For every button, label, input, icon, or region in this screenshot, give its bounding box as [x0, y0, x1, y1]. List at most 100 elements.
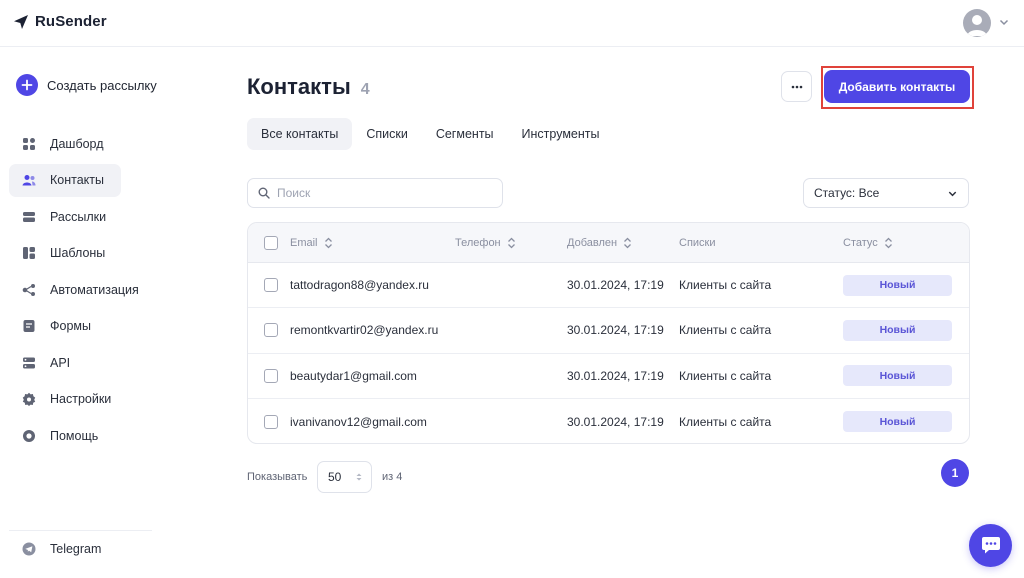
forms-icon	[22, 319, 36, 333]
sort-icon	[324, 237, 332, 249]
table-row[interactable]: ivanivanov12@gmail.com 30.01.2024, 17:19…	[248, 399, 969, 443]
telegram-label: Telegram	[50, 542, 102, 556]
status-filter-select[interactable]: Статус: Все	[803, 178, 969, 208]
contacts-icon	[22, 173, 36, 187]
row-checkbox-cell	[264, 263, 278, 307]
paper-plane-icon	[14, 14, 28, 29]
sidebar-item-label: Шаблоны	[50, 246, 106, 260]
table-row[interactable]: tattodragon88@yandex.ru 30.01.2024, 17:1…	[248, 263, 969, 309]
page-title-text: Контакты	[247, 74, 351, 99]
row-checkbox[interactable]	[264, 368, 278, 383]
column-email[interactable]: Email	[290, 223, 333, 263]
tab-segments[interactable]: Сегменты	[422, 118, 508, 150]
sidebar-item-label: Дашборд	[50, 136, 104, 151]
column-phone[interactable]: Телефон	[455, 223, 516, 263]
add-contacts-button[interactable]: Добавить контакты	[824, 70, 970, 103]
plus-icon	[16, 74, 38, 96]
email-cell[interactable]: beautydar1@gmail.com	[290, 354, 417, 398]
sidebar-item-mailings[interactable]: Рассылки	[9, 200, 121, 233]
sidebar-nav: Дашборд Контакты Рассылки Шаблоны Автома…	[9, 127, 139, 456]
column-label: Добавлен	[567, 237, 618, 249]
tab-lists[interactable]: Списки	[352, 118, 421, 150]
sidebar-item-api[interactable]: API	[9, 346, 121, 379]
added-cell: 30.01.2024, 17:19	[567, 323, 664, 338]
search-input[interactable]	[277, 186, 477, 200]
row-checkbox-cell	[264, 354, 278, 398]
table-row[interactable]: remontkvartir02@yandex.ru 30.01.2024, 17…	[248, 308, 969, 354]
telegram-link[interactable]: Telegram	[22, 542, 101, 556]
table-row[interactable]: beautydar1@gmail.com 30.01.2024, 17:19 К…	[248, 354, 969, 399]
email-cell[interactable]: remontkvartir02@yandex.ru	[290, 308, 438, 352]
search-box[interactable]	[247, 178, 503, 208]
total-count-label: из 4	[382, 471, 403, 483]
chevron-down-icon[interactable]	[998, 16, 1010, 28]
more-options-button[interactable]	[781, 71, 812, 102]
search-icon	[258, 187, 270, 199]
status-filter-label: Статус: Все	[814, 186, 880, 200]
column-label: Email	[290, 237, 318, 249]
status-badge: Новый	[843, 411, 952, 433]
create-mailing-label: Создать рассылку	[47, 77, 157, 93]
sidebar-item-label: Рассылки	[50, 209, 107, 224]
sidebar-item-templates[interactable]: Шаблоны	[9, 237, 121, 270]
sort-icon	[507, 237, 515, 249]
email-cell[interactable]: tattodragon88@yandex.ru	[290, 263, 429, 307]
create-mailing-button[interactable]: Создать рассылку	[16, 74, 157, 96]
chat-icon	[981, 537, 1000, 554]
sidebar-item-contacts[interactable]: Контакты	[9, 163, 121, 197]
automation-icon	[22, 283, 36, 297]
row-checkbox-cell	[264, 399, 278, 443]
settings-icon	[22, 392, 36, 406]
sidebar: Создать рассылку Дашборд Контакты Рассыл…	[0, 47, 160, 578]
per-page-select[interactable]: 50	[317, 461, 372, 493]
sidebar-item-label: Настройки	[50, 392, 112, 406]
table-header: Email Телефон Добавлен Списки Статус	[248, 223, 969, 263]
chat-widget-button[interactable]	[969, 524, 1012, 567]
sidebar-item-help[interactable]: Помощь	[9, 419, 121, 452]
lists-cell: Клиенты с сайта	[679, 278, 772, 293]
added-cell: 30.01.2024, 17:19	[567, 414, 664, 429]
sort-icon	[884, 237, 892, 249]
column-status[interactable]: Статус	[843, 223, 893, 263]
contacts-table: Email Телефон Добавлен Списки Статус tat…	[247, 222, 970, 444]
added-cell: 30.01.2024, 17:19	[567, 368, 664, 383]
per-page-value: 50	[328, 470, 342, 484]
top-bar: RuSender	[0, 0, 1024, 47]
telegram-icon	[22, 542, 36, 556]
page-button-1[interactable]: 1	[941, 459, 969, 487]
sidebar-item-automation[interactable]: Автоматизация	[9, 273, 139, 306]
status-cell: Новый	[843, 399, 952, 443]
row-checkbox-cell	[264, 308, 278, 352]
email-cell[interactable]: ivanivanov12@gmail.com	[290, 399, 427, 443]
select-all-cell	[264, 223, 278, 263]
more-dots-icon	[791, 85, 802, 88]
sidebar-item-label: Помощь	[50, 428, 99, 443]
page-title: Контакты 4	[247, 74, 370, 100]
column-lists: Списки	[679, 223, 716, 263]
column-label: Статус	[843, 237, 878, 249]
row-checkbox[interactable]	[264, 323, 278, 338]
row-checkbox[interactable]	[264, 278, 278, 293]
added-cell: 30.01.2024, 17:19	[567, 278, 664, 293]
logo[interactable]: RuSender	[13, 13, 107, 30]
column-added[interactable]: Добавлен	[567, 223, 632, 263]
lists-cell: Клиенты с сайта	[679, 368, 772, 383]
dashboard-icon	[22, 137, 36, 151]
sidebar-item-forms[interactable]: Формы	[9, 310, 121, 343]
contacts-count: 4	[360, 81, 370, 98]
avatar[interactable]	[963, 9, 991, 37]
tab-all-contacts[interactable]: Все контакты	[247, 118, 353, 150]
sidebar-divider	[9, 530, 152, 531]
tab-tools[interactable]: Инструменты	[508, 118, 614, 150]
lists-cell: Клиенты с сайта	[679, 323, 772, 338]
mailings-icon	[22, 210, 36, 224]
sidebar-item-settings[interactable]: Настройки	[9, 383, 121, 416]
sidebar-item-dashboard[interactable]: Дашборд	[9, 127, 121, 160]
select-all-checkbox[interactable]	[264, 236, 278, 250]
stepper-arrows-icon	[356, 473, 362, 481]
status-badge: Новый	[843, 274, 952, 296]
tabs: Все контакты Списки Сегменты Инструменты	[247, 118, 613, 150]
status-cell: Новый	[843, 263, 952, 307]
lists-cell: Клиенты с сайта	[679, 414, 772, 429]
row-checkbox[interactable]	[264, 414, 278, 429]
